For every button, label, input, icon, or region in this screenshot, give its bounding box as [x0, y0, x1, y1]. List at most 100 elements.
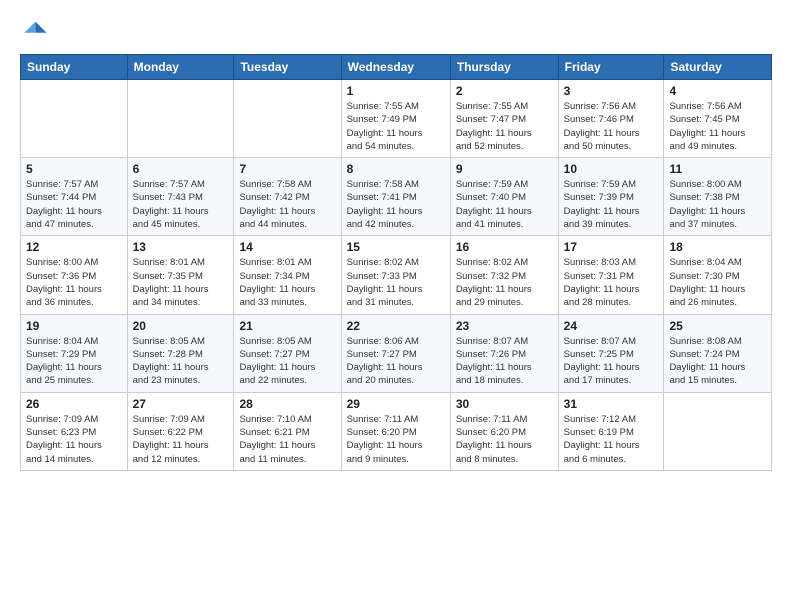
- day-info: Sunrise: 7:55 AM Sunset: 7:47 PM Dayligh…: [456, 100, 553, 153]
- header: [20, 16, 772, 44]
- calendar-cell: 30Sunrise: 7:11 AM Sunset: 6:20 PM Dayli…: [450, 392, 558, 470]
- day-info: Sunrise: 8:00 AM Sunset: 7:36 PM Dayligh…: [26, 256, 122, 309]
- day-number: 11: [669, 162, 766, 176]
- day-number: 13: [133, 240, 229, 254]
- day-info: Sunrise: 7:55 AM Sunset: 7:49 PM Dayligh…: [347, 100, 445, 153]
- day-info: Sunrise: 7:58 AM Sunset: 7:42 PM Dayligh…: [239, 178, 335, 231]
- calendar-cell: 10 Sunrise: 7:59 AM Sunset: 7:39 PM Dayli…: [558, 158, 664, 236]
- day-info: Sunrise: 8:01 AM Sunset: 7:34 PM Dayligh…: [239, 256, 335, 309]
- calendar-table: SundayMondayTuesdayWednesdayThursdayFrid…: [20, 54, 772, 471]
- calendar-cell: 18 Sunrise: 8:04 AM Sunset: 7:30 PM Dayli…: [664, 236, 772, 314]
- calendar-cell: 26 Sunrise: 7:09 AM Sunset: 6:23 PM Dayli…: [21, 392, 128, 470]
- calendar-week-5: 26 Sunrise: 7:09 AM Sunset: 6:23 PM Dayli…: [21, 392, 772, 470]
- day-info: Sunrise: 7:10 AM Sunset: 6:21 PM Dayligh…: [239, 413, 335, 466]
- day-number: 9: [456, 162, 553, 176]
- day-number: 28: [239, 397, 335, 411]
- day-info: Sunrise: 8:02 AM Sunset: 7:33 PM Dayligh…: [347, 256, 445, 309]
- day-number: 27: [133, 397, 229, 411]
- day-number: 22: [347, 319, 445, 333]
- calendar-cell: 6 Sunrise: 7:57 AM Sunset: 7:43 PM Daylig…: [127, 158, 234, 236]
- calendar-cell: 22Sunrise: 8:06 AM Sunset: 7:27 PM Dayli…: [341, 314, 450, 392]
- day-number: 4: [669, 84, 766, 98]
- calendar-cell: 27 Sunrise: 7:09 AM Sunset: 6:22 PM Dayli…: [127, 392, 234, 470]
- calendar-cell: 14 Sunrise: 8:01 AM Sunset: 7:34 PM Dayli…: [234, 236, 341, 314]
- calendar-cell: 20Sunrise: 8:05 AM Sunset: 7:28 PM Dayli…: [127, 314, 234, 392]
- day-info: Sunrise: 7:09 AM Sunset: 6:23 PM Dayligh…: [26, 413, 122, 466]
- day-number: 19: [26, 319, 122, 333]
- calendar-week-3: 12 Sunrise: 8:00 AM Sunset: 7:36 PM Dayli…: [21, 236, 772, 314]
- calendar-cell: 28 Sunrise: 7:10 AM Sunset: 6:21 PM Dayli…: [234, 392, 341, 470]
- calendar-cell: 8 Sunrise: 7:58 AM Sunset: 7:41 PM Daylig…: [341, 158, 450, 236]
- day-info: Sunrise: 7:12 AM Sunset: 6:19 PM Dayligh…: [564, 413, 659, 466]
- day-number: 6: [133, 162, 229, 176]
- weekday-header-thursday: Thursday: [450, 55, 558, 80]
- day-number: 30: [456, 397, 553, 411]
- day-number: 31: [564, 397, 659, 411]
- day-info: Sunrise: 8:05 AM Sunset: 7:27 PM Dayligh…: [239, 335, 335, 388]
- calendar-cell: 11Sunrise: 8:00 AM Sunset: 7:38 PM Dayli…: [664, 158, 772, 236]
- calendar-cell: 9 Sunrise: 7:59 AM Sunset: 7:40 PM Daylig…: [450, 158, 558, 236]
- day-number: 24: [564, 319, 659, 333]
- day-info: Sunrise: 7:56 AM Sunset: 7:45 PM Dayligh…: [669, 100, 766, 153]
- day-number: 21: [239, 319, 335, 333]
- calendar-cell: 17 Sunrise: 8:03 AM Sunset: 7:31 PM Dayli…: [558, 236, 664, 314]
- day-info: Sunrise: 8:07 AM Sunset: 7:26 PM Dayligh…: [456, 335, 553, 388]
- calendar-cell: 12 Sunrise: 8:00 AM Sunset: 7:36 PM Dayli…: [21, 236, 128, 314]
- day-info: Sunrise: 8:04 AM Sunset: 7:29 PM Dayligh…: [26, 335, 122, 388]
- day-number: 12: [26, 240, 122, 254]
- calendar-cell: 1Sunrise: 7:55 AM Sunset: 7:49 PM Daylig…: [341, 80, 450, 158]
- day-number: 26: [26, 397, 122, 411]
- calendar-week-2: 5Sunrise: 7:57 AM Sunset: 7:44 PM Daylig…: [21, 158, 772, 236]
- calendar-cell: 25 Sunrise: 8:08 AM Sunset: 7:24 PM Dayli…: [664, 314, 772, 392]
- day-info: Sunrise: 7:57 AM Sunset: 7:43 PM Dayligh…: [133, 178, 229, 231]
- day-info: Sunrise: 7:11 AM Sunset: 6:20 PM Dayligh…: [347, 413, 445, 466]
- calendar-cell: 24 Sunrise: 8:07 AM Sunset: 7:25 PM Dayli…: [558, 314, 664, 392]
- day-info: Sunrise: 8:07 AM Sunset: 7:25 PM Dayligh…: [564, 335, 659, 388]
- day-info: Sunrise: 7:58 AM Sunset: 7:41 PM Dayligh…: [347, 178, 445, 231]
- day-info: Sunrise: 7:57 AM Sunset: 7:44 PM Dayligh…: [26, 178, 122, 231]
- day-number: 14: [239, 240, 335, 254]
- calendar-cell: [664, 392, 772, 470]
- day-info: Sunrise: 8:02 AM Sunset: 7:32 PM Dayligh…: [456, 256, 553, 309]
- day-info: Sunrise: 7:59 AM Sunset: 7:40 PM Dayligh…: [456, 178, 553, 231]
- calendar-cell: 21 Sunrise: 8:05 AM Sunset: 7:27 PM Dayli…: [234, 314, 341, 392]
- calendar-cell: 15 Sunrise: 8:02 AM Sunset: 7:33 PM Dayli…: [341, 236, 450, 314]
- weekday-header-monday: Monday: [127, 55, 234, 80]
- logo-icon: [20, 16, 48, 44]
- weekday-header-sunday: Sunday: [21, 55, 128, 80]
- calendar-cell: 31 Sunrise: 7:12 AM Sunset: 6:19 PM Dayli…: [558, 392, 664, 470]
- calendar-cell: 4 Sunrise: 7:56 AM Sunset: 7:45 PM Daylig…: [664, 80, 772, 158]
- day-info: Sunrise: 8:04 AM Sunset: 7:30 PM Dayligh…: [669, 256, 766, 309]
- day-number: 10: [564, 162, 659, 176]
- calendar-cell: [127, 80, 234, 158]
- weekday-header-saturday: Saturday: [664, 55, 772, 80]
- calendar-cell: 13 Sunrise: 8:01 AM Sunset: 7:35 PM Dayli…: [127, 236, 234, 314]
- calendar-cell: 29 Sunrise: 7:11 AM Sunset: 6:20 PM Dayli…: [341, 392, 450, 470]
- day-number: 23: [456, 319, 553, 333]
- logo: [20, 16, 52, 44]
- weekday-header-tuesday: Tuesday: [234, 55, 341, 80]
- day-info: Sunrise: 8:01 AM Sunset: 7:35 PM Dayligh…: [133, 256, 229, 309]
- calendar-cell: 7 Sunrise: 7:58 AM Sunset: 7:42 PM Daylig…: [234, 158, 341, 236]
- day-info: Sunrise: 8:08 AM Sunset: 7:24 PM Dayligh…: [669, 335, 766, 388]
- day-info: Sunrise: 7:09 AM Sunset: 6:22 PM Dayligh…: [133, 413, 229, 466]
- day-number: 8: [347, 162, 445, 176]
- day-info: Sunrise: 7:59 AM Sunset: 7:39 PM Dayligh…: [564, 178, 659, 231]
- calendar-week-1: 1Sunrise: 7:55 AM Sunset: 7:49 PM Daylig…: [21, 80, 772, 158]
- day-info: Sunrise: 7:56 AM Sunset: 7:46 PM Dayligh…: [564, 100, 659, 153]
- day-number: 25: [669, 319, 766, 333]
- calendar-cell: 19 Sunrise: 8:04 AM Sunset: 7:29 PM Dayli…: [21, 314, 128, 392]
- day-number: 3: [564, 84, 659, 98]
- day-number: 15: [347, 240, 445, 254]
- calendar-cell: [21, 80, 128, 158]
- calendar-cell: 3 Sunrise: 7:56 AM Sunset: 7:46 PM Daylig…: [558, 80, 664, 158]
- day-number: 29: [347, 397, 445, 411]
- day-info: Sunrise: 8:03 AM Sunset: 7:31 PM Dayligh…: [564, 256, 659, 309]
- day-number: 18: [669, 240, 766, 254]
- weekday-header-wednesday: Wednesday: [341, 55, 450, 80]
- day-number: 7: [239, 162, 335, 176]
- day-number: 2: [456, 84, 553, 98]
- day-number: 17: [564, 240, 659, 254]
- day-number: 16: [456, 240, 553, 254]
- page: SundayMondayTuesdayWednesdayThursdayFrid…: [0, 0, 792, 612]
